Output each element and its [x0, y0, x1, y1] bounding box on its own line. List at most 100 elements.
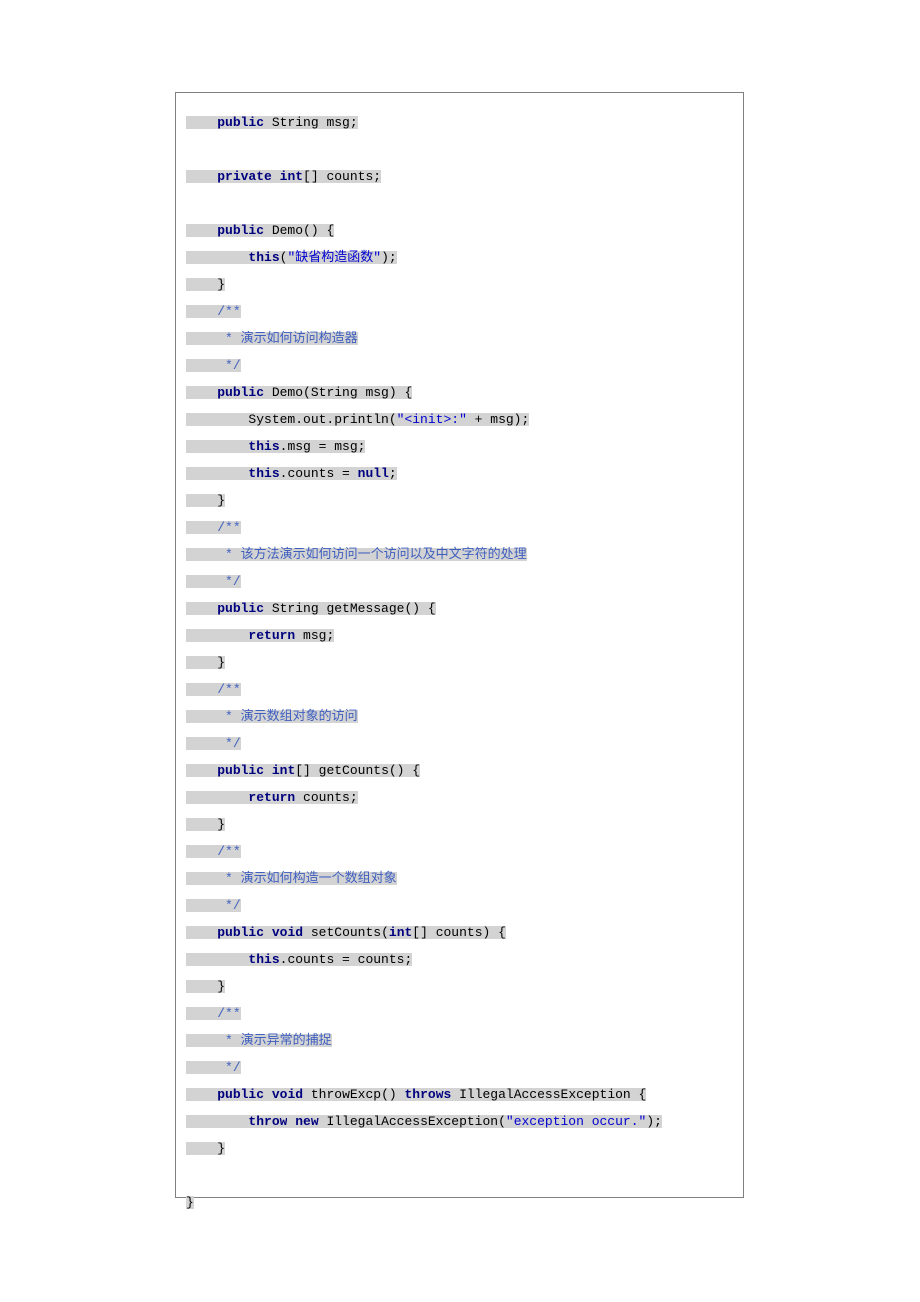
indent [186, 1115, 248, 1128]
keyword-token: public [217, 1088, 264, 1101]
indent [186, 980, 217, 993]
text-token [272, 170, 280, 183]
text-token: .msg = msg; [280, 440, 366, 453]
code-line: } [186, 1135, 733, 1162]
code-line: } [186, 649, 733, 676]
text-token: } [186, 1196, 194, 1209]
keyword-token: public [217, 386, 264, 399]
code-line [186, 136, 733, 163]
keyword-token: throws [404, 1088, 451, 1101]
indent [186, 1007, 217, 1020]
keyword-token: private [217, 170, 272, 183]
code-line [186, 1162, 733, 1189]
keyword-token: public [217, 764, 264, 777]
text-token [264, 926, 272, 939]
code-line: throw new IllegalAccessException("except… [186, 1108, 733, 1135]
code-line: * 演示如何构造一个数组对象 [186, 865, 733, 892]
code-line: } [186, 271, 733, 298]
text-token: IllegalAccessException { [451, 1088, 646, 1101]
code-line: public String msg; [186, 109, 733, 136]
indent [186, 575, 225, 588]
comment-token: */ [225, 737, 241, 750]
text-token: ); [646, 1115, 662, 1128]
text-token: throwExcp() [303, 1088, 404, 1101]
indent [186, 521, 217, 534]
text-token: .counts = counts; [280, 953, 413, 966]
code-line: */ [186, 892, 733, 919]
text-token: ; [389, 467, 397, 480]
indent [186, 386, 217, 399]
text-token: ); [381, 251, 397, 264]
keyword-token: return [248, 629, 295, 642]
keyword-token: int [272, 764, 295, 777]
code-line: * 演示异常的捕捉 [186, 1027, 733, 1054]
keyword-token: public [217, 602, 264, 615]
text-token: } [217, 494, 225, 507]
text-token: .counts = [280, 467, 358, 480]
code-line: public void throwExcp() throws IllegalAc… [186, 1081, 733, 1108]
comment-token: * 演示如何构造一个数组对象 [225, 872, 397, 885]
keyword-token: void [272, 926, 303, 939]
indent [186, 1034, 225, 1047]
code-line: } [186, 973, 733, 1000]
indent [186, 818, 217, 831]
code-line: public void setCounts(int[] counts) { [186, 919, 733, 946]
indent [186, 953, 248, 966]
text-token: System.out.println( [248, 413, 396, 426]
code-line: * 演示如何访问构造器 [186, 325, 733, 352]
code-line: } [186, 1189, 733, 1216]
indent [186, 467, 248, 480]
keyword-token: int [389, 926, 412, 939]
indent [186, 683, 217, 696]
comment-token: /** [217, 683, 240, 696]
comment-token: /** [217, 845, 240, 858]
keyword-token: this [248, 251, 279, 264]
indent [186, 710, 225, 723]
indent [186, 1142, 217, 1155]
keyword-token: public [217, 224, 264, 237]
text-token: } [217, 980, 225, 993]
comment-token: */ [225, 1061, 241, 1074]
text-token: [] getCounts() { [295, 764, 420, 777]
code-line: public int[] getCounts() { [186, 757, 733, 784]
text-token [264, 1088, 272, 1101]
string-token: "<init>:" [397, 413, 467, 426]
keyword-token: new [295, 1115, 318, 1128]
code-line: this.counts = counts; [186, 946, 733, 973]
indent [186, 1061, 225, 1074]
comment-token: /** [217, 1007, 240, 1020]
code-line: /** [186, 676, 733, 703]
text-token: IllegalAccessException( [319, 1115, 506, 1128]
code-line: /** [186, 298, 733, 325]
keyword-token: int [280, 170, 303, 183]
code-line: public Demo(String msg) { [186, 379, 733, 406]
code-line: return msg; [186, 622, 733, 649]
comment-token: * 演示异常的捕捉 [225, 1034, 332, 1047]
keyword-token: null [358, 467, 389, 480]
indent [186, 116, 217, 129]
code-line: */ [186, 352, 733, 379]
indent [186, 629, 248, 642]
indent [186, 791, 248, 804]
keyword-token: this [248, 440, 279, 453]
keyword-token: throw [248, 1115, 287, 1128]
text-token [287, 1115, 295, 1128]
code-line: */ [186, 568, 733, 595]
indent [186, 602, 217, 615]
string-token: "缺省构造函数" [287, 251, 381, 264]
text-token: [] counts) { [412, 926, 506, 939]
code-line: } [186, 811, 733, 838]
code-line: private int[] counts; [186, 163, 733, 190]
text-token: } [217, 656, 225, 669]
keyword-token: public [217, 926, 264, 939]
text-token [264, 764, 272, 777]
code-line: this.msg = msg; [186, 433, 733, 460]
text-token: String msg; [264, 116, 358, 129]
code-line: /** [186, 838, 733, 865]
code-line [186, 190, 733, 217]
code-frame: public String msg; private int[] counts;… [175, 92, 744, 1198]
code-line: /** [186, 1000, 733, 1027]
indent [186, 224, 217, 237]
keyword-token: void [272, 1088, 303, 1101]
text-token: } [217, 1142, 225, 1155]
